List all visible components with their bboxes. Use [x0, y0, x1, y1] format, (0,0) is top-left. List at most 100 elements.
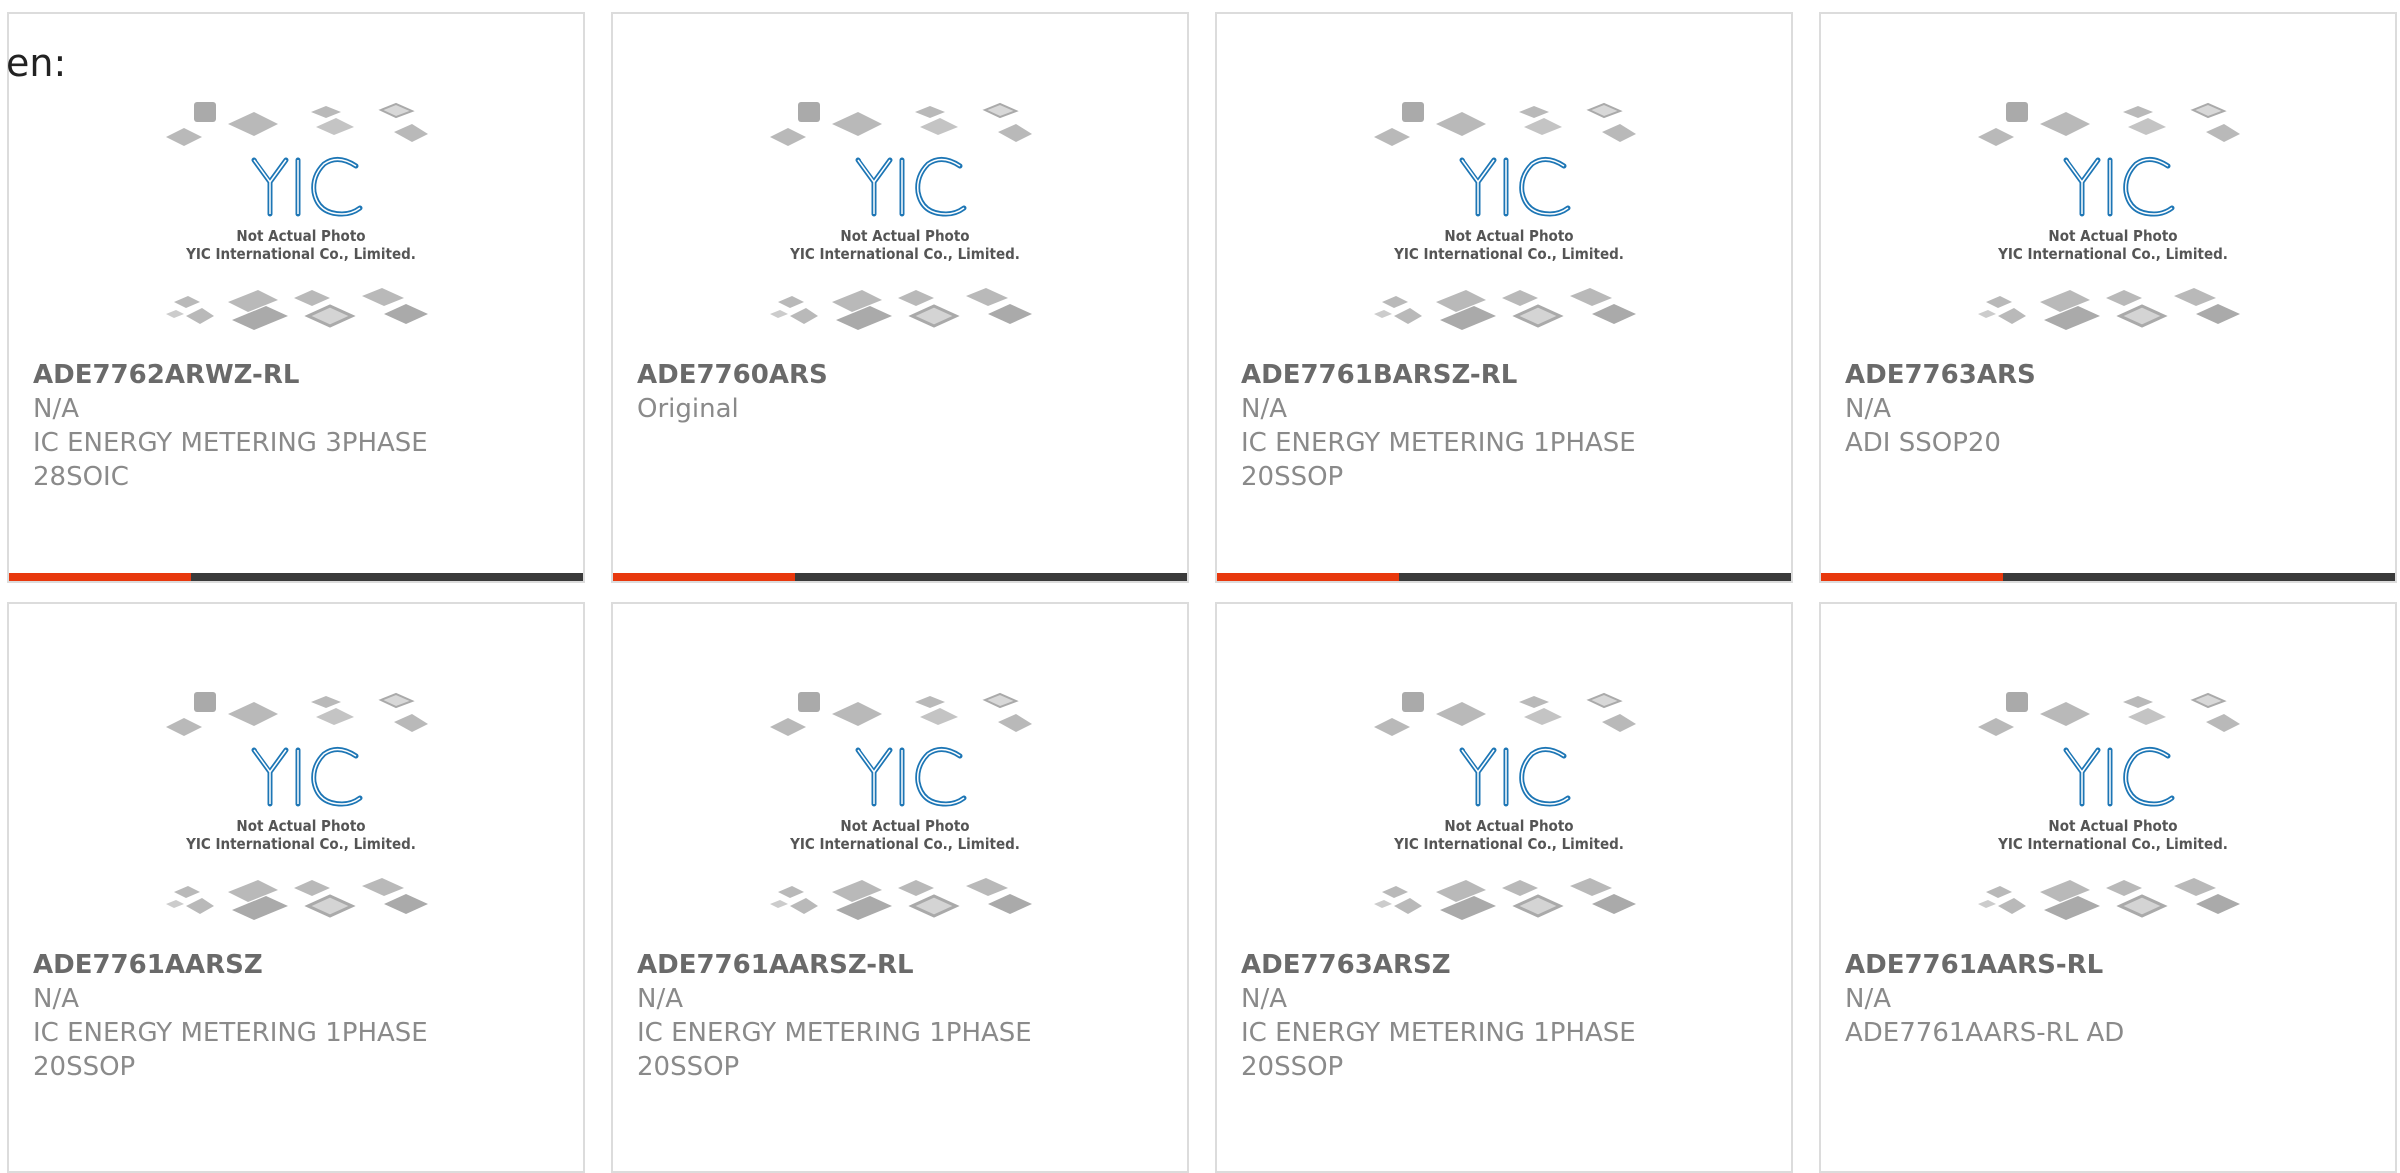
chip-icon — [778, 886, 804, 898]
product-card-ade7761aarsz-rl[interactable]: Not Actual Photo YIC International Co., … — [611, 602, 1189, 1173]
product-info: ADE7760ARS Original — [637, 358, 1157, 426]
chip-icon — [790, 898, 818, 914]
chip-icon — [378, 102, 415, 119]
chip-icon — [778, 296, 804, 308]
product-details: N/A IC ENERGY METERING 1PHASE 20SSOP — [1241, 982, 1761, 1084]
product-placeholder-image: Not Actual Photo YIC International Co., … — [770, 102, 1032, 330]
chip-icon — [1402, 102, 1424, 122]
chip-icon — [1440, 896, 1496, 920]
product-detail-line: N/A — [1241, 984, 1287, 1014]
part-number[interactable]: ADE7761BARSZ-RL — [1241, 358, 1761, 392]
chip-icon — [186, 308, 214, 324]
chip-icons-top — [1374, 692, 1636, 736]
part-number[interactable]: ADE7761AARSZ-RL — [637, 948, 1157, 982]
part-number[interactable]: ADE7763ARSZ — [1241, 948, 1761, 982]
caption-line1: Not Actual Photo — [1444, 227, 1573, 245]
product-info: ADE7761AARSZ N/A IC ENERGY METERING 1PHAS… — [33, 948, 553, 1084]
product-detail-line: IC ENERGY METERING 1PHASE — [1241, 1018, 1636, 1048]
product-details: N/A IC ENERGY METERING 3PHASE 28SOIC — [33, 392, 553, 494]
card-progress-bar — [1821, 573, 2395, 581]
chip-icon — [982, 102, 1019, 119]
part-number[interactable]: ADE7760ARS — [637, 358, 1157, 392]
product-card-ade7760ars[interactable]: Not Actual Photo YIC International Co., … — [611, 12, 1189, 583]
product-detail-line: 20SSOP — [1241, 1052, 1344, 1082]
chip-icon — [1440, 306, 1496, 330]
card-progress-bar — [1217, 573, 1791, 581]
product-card-ade7761aarsz[interactable]: Not Actual Photo YIC International Co., … — [7, 602, 585, 1173]
product-details: Original — [637, 392, 1157, 426]
product-detail-line: ADI SSOP20 — [1845, 428, 2001, 458]
chip-icon — [998, 124, 1032, 142]
chip-icon — [1570, 878, 1612, 896]
product-details: N/A IC ENERGY METERING 1PHASE 20SSOP — [33, 982, 553, 1084]
chip-icon — [770, 900, 788, 908]
product-card-ade7763arsz[interactable]: Not Actual Photo YIC International Co., … — [1215, 602, 1793, 1173]
chip-icon — [1512, 894, 1564, 918]
chip-icon — [898, 880, 934, 896]
product-detail-line: N/A — [1845, 984, 1891, 1014]
product-detail-line: N/A — [33, 394, 79, 424]
product-detail-line: ADE7761AARS-RL AD — [1845, 1018, 2125, 1048]
product-detail-line: 20SSOP — [33, 1052, 136, 1082]
product-detail-line: N/A — [1241, 394, 1287, 424]
product-details: N/A IC ENERGY METERING 1PHASE 20SSOP — [1241, 392, 1761, 494]
product-card-ade7762arwz-rl[interactable]: Not Actual Photo YIC International Co., … — [7, 12, 585, 583]
product-card-ade7761aars-rl[interactable]: Not Actual Photo YIC International Co., … — [1819, 602, 2397, 1173]
chip-icon — [966, 878, 1008, 896]
chip-icon — [2006, 102, 2028, 122]
chip-icon — [832, 702, 882, 726]
chip-icon — [2196, 304, 2240, 324]
chip-icon — [790, 308, 818, 324]
chip-icons-top — [770, 102, 1032, 146]
card-progress-bar-accent — [1217, 573, 1399, 581]
yic-logo-inner-lines — [857, 748, 965, 805]
product-card-ade7761barsz-rl[interactable]: Not Actual Photo YIC International Co., … — [1215, 12, 1793, 583]
chip-icon — [1394, 308, 1422, 324]
chip-icon — [311, 106, 341, 118]
chip-icon — [304, 894, 356, 918]
product-card-ade7763ars[interactable]: Not Actual Photo YIC International Co., … — [1819, 12, 2397, 583]
product-detail-line: IC ENERGY METERING 1PHASE — [1241, 428, 1636, 458]
yic-logo-inner-lines — [1461, 748, 1569, 805]
chip-icon — [1986, 296, 2012, 308]
chip-icon — [194, 102, 216, 122]
chip-icon — [832, 112, 882, 136]
yic-logo-inner-lines — [857, 158, 965, 215]
chip-icon — [1374, 310, 1392, 318]
product-detail-line: IC ENERGY METERING 1PHASE — [637, 1018, 1032, 1048]
chip-icon — [2190, 102, 2227, 119]
chip-icon — [2106, 880, 2142, 896]
chip-icon — [1570, 288, 1612, 306]
chip-icon — [1998, 308, 2026, 324]
chip-icon — [908, 894, 960, 918]
product-info: ADE7762ARWZ-RL N/A IC ENERGY METERING 3PH… — [33, 358, 553, 494]
chip-icon — [2044, 896, 2100, 920]
chip-icon — [1524, 118, 1562, 135]
chip-icon — [1394, 898, 1422, 914]
caption-line2: YIC International Co., Limited. — [789, 245, 1020, 263]
part-number[interactable]: ADE7761AARSZ — [33, 948, 553, 982]
chip-icon — [2206, 124, 2240, 142]
caption-line2: YIC International Co., Limited. — [1393, 835, 1624, 853]
chip-icon — [2044, 306, 2100, 330]
part-number[interactable]: ADE7763ARS — [1845, 358, 2365, 392]
chip-icon — [228, 702, 278, 726]
chip-icons-bottom — [166, 288, 428, 330]
chip-icon — [384, 304, 428, 324]
chip-icons-bottom — [1374, 288, 1636, 330]
chip-icon — [311, 696, 341, 708]
product-detail-line: IC ENERGY METERING 1PHASE — [33, 1018, 428, 1048]
chip-icon — [2128, 118, 2166, 135]
chip-icon — [1382, 296, 1408, 308]
caption-line1: Not Actual Photo — [2048, 227, 2177, 245]
yic-logo-inner-lines — [1461, 158, 1569, 215]
chip-icon — [174, 296, 200, 308]
product-placeholder-image: Not Actual Photo YIC International Co., … — [1374, 102, 1636, 330]
chip-icon — [2040, 702, 2090, 726]
caption-line2: YIC International Co., Limited. — [1997, 835, 2228, 853]
caption-line1: Not Actual Photo — [236, 227, 365, 245]
chip-icon — [194, 692, 216, 712]
chip-icon — [166, 310, 184, 318]
part-number[interactable]: ADE7761AARS-RL — [1845, 948, 2365, 982]
part-number[interactable]: ADE7762ARWZ-RL — [33, 358, 553, 392]
